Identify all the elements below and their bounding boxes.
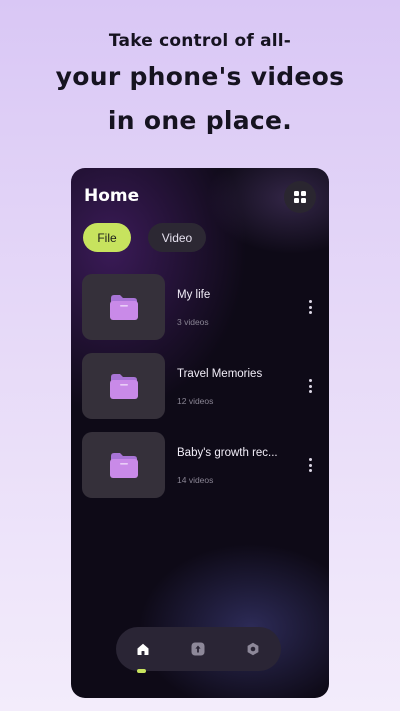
folder-item-babys-growth[interactable]: Baby's growth rec... 14 videos: [82, 432, 322, 498]
folder-name: My life: [177, 289, 211, 301]
folder-name: Travel Memories: [177, 368, 263, 380]
folder-item-my-life[interactable]: My life 3 videos: [82, 274, 322, 340]
phone-screen: Home File Video My life 3 videos Travel …: [71, 168, 329, 698]
folder-thumbnail: [82, 274, 165, 340]
nav-home[interactable]: [130, 636, 156, 662]
more-options-icon[interactable]: [302, 375, 318, 397]
folder-thumbnail: [82, 432, 165, 498]
folder-video-count: 3 videos: [177, 317, 209, 327]
more-options-icon[interactable]: [302, 454, 318, 476]
folder-icon: [109, 374, 138, 399]
more-options-icon[interactable]: [302, 296, 318, 318]
folder-thumbnail: [82, 353, 165, 419]
upload-icon: [191, 642, 205, 656]
grid-view-button[interactable]: [284, 181, 316, 213]
folder-video-count: 14 videos: [177, 475, 214, 485]
tab-file[interactable]: File: [83, 223, 131, 252]
folder-name: Baby's growth rec...: [177, 447, 278, 459]
nav-upload[interactable]: [185, 636, 211, 662]
folder-item-travel-memories[interactable]: Travel Memories 12 videos: [82, 353, 322, 419]
headline-line-3: in one place.: [107, 106, 293, 135]
nav-settings[interactable]: [240, 636, 266, 662]
tab-video[interactable]: Video: [148, 223, 206, 252]
folder-video-count: 12 videos: [177, 396, 214, 406]
folder-icon: [109, 295, 138, 320]
headline-line-1: Take control of all-: [108, 31, 292, 51]
folder-icon: [109, 453, 138, 478]
page-title: Home: [84, 186, 140, 206]
headline-line-2: your phone's videos: [55, 62, 345, 91]
active-nav-indicator: [137, 669, 146, 673]
bottom-nav-bar: [116, 627, 281, 671]
grid-icon: [294, 191, 306, 203]
settings-icon: [247, 642, 259, 656]
home-icon: [137, 643, 149, 655]
